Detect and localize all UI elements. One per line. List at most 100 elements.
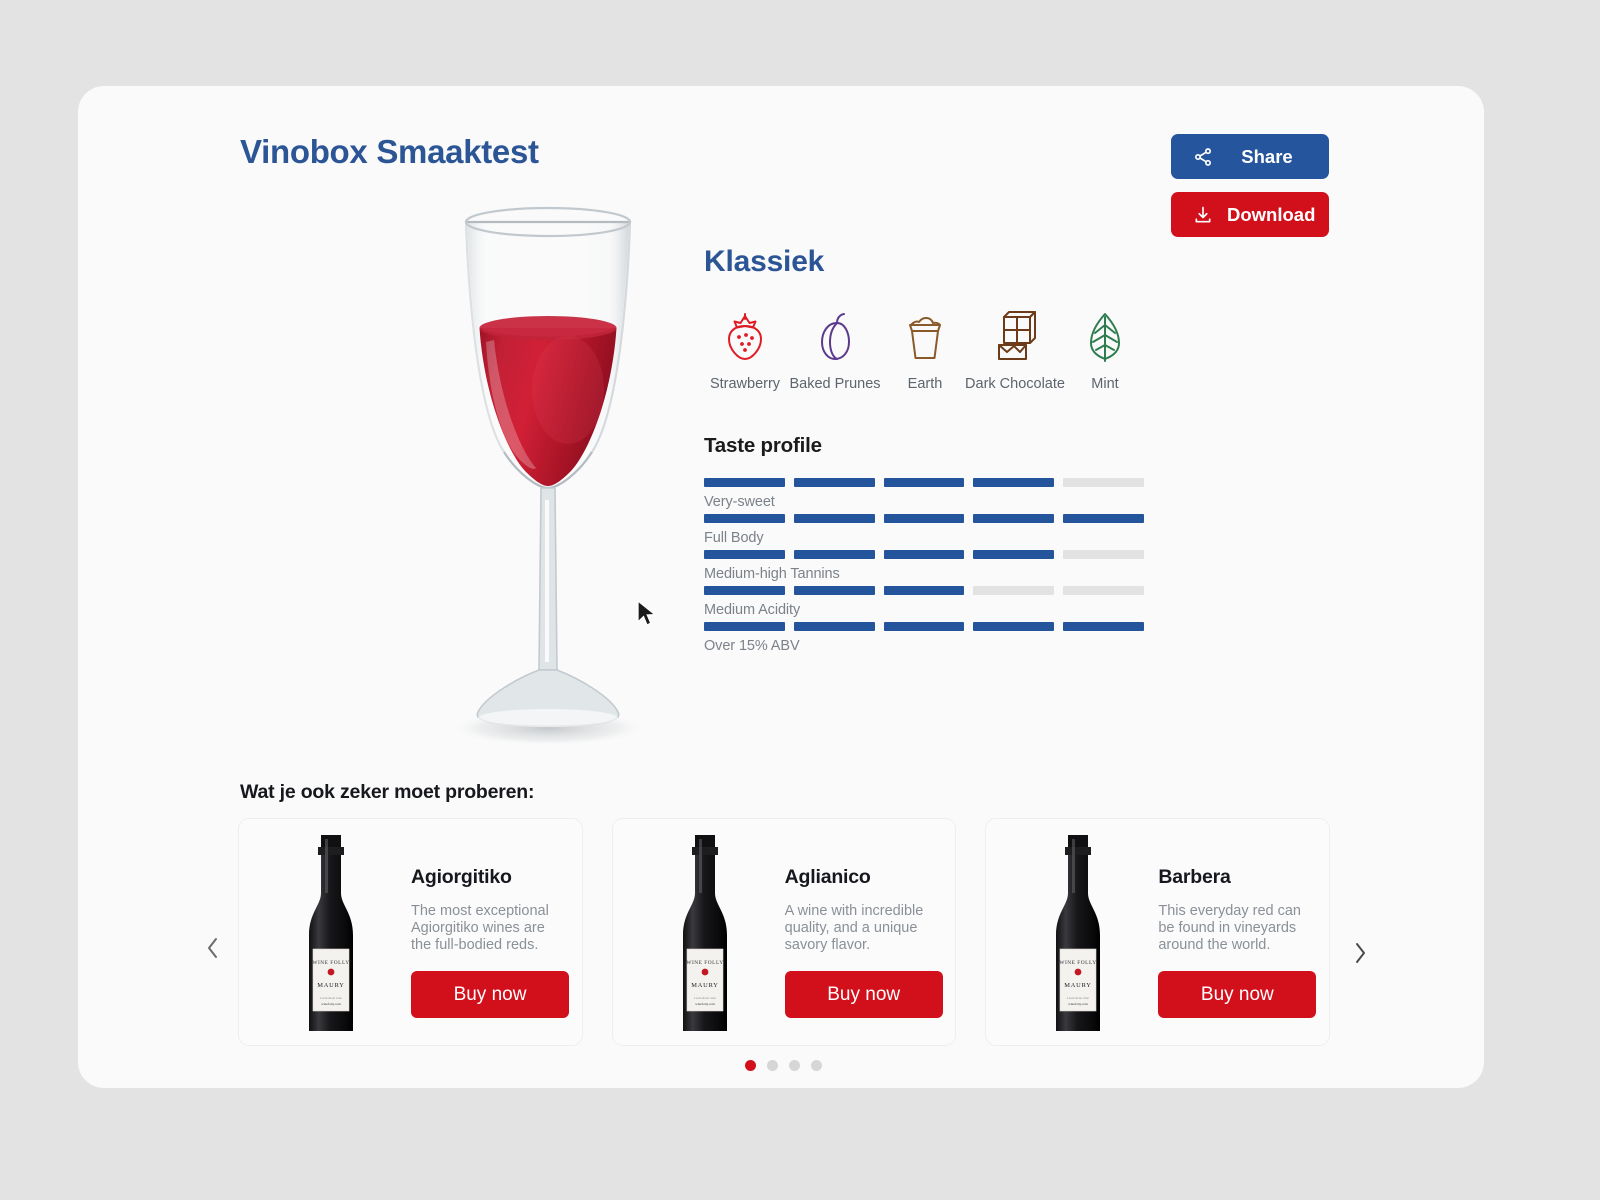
svg-text:Learn about wine: Learn about wine — [320, 996, 342, 1000]
taste-profile-label: Medium-high Tannins — [704, 566, 840, 582]
flavor-item: Strawberry — [700, 305, 790, 392]
svg-text:WINE FOLLY: WINE FOLLY — [312, 960, 349, 966]
wine-description: The most exceptional Agiorgitiko wines a… — [411, 903, 549, 953]
taste-profile-row: Full Body — [704, 514, 1144, 550]
taste-profile-row: Very-sweet — [704, 478, 1144, 514]
plum-icon — [817, 305, 853, 363]
mint-leaf-icon — [1087, 305, 1123, 363]
taste-meter — [704, 622, 1144, 631]
flavor-item: Dark Chocolate — [965, 305, 1065, 392]
svg-text:WINE FOLLY: WINE FOLLY — [1060, 960, 1097, 966]
taste-meter-segment — [793, 622, 875, 631]
taste-meter-segment — [793, 586, 875, 595]
flavor-label: Mint — [1091, 376, 1119, 392]
flavor-item: Baked Prunes — [789, 305, 881, 392]
taste-meter-segment — [704, 514, 785, 523]
buy-now-button[interactable]: Buy now — [784, 971, 943, 1018]
chocolate-bar-icon — [994, 305, 1036, 363]
taste-meter-segment — [1063, 622, 1144, 631]
taste-meter-segment — [973, 550, 1055, 559]
taste-meter — [704, 550, 1144, 559]
taste-profile-row: Over 15% ABV — [704, 622, 1144, 658]
flavor-label: Earth — [907, 376, 943, 392]
page-title: Vinobox Smaaktest — [240, 133, 539, 170]
wine-card-body: Aglianico A wine with incredible quality… — [784, 866, 943, 1018]
chevron-right-icon — [1353, 942, 1367, 969]
download-button-label: Download — [1227, 203, 1316, 225]
flavor-item: Mint — [1060, 305, 1150, 392]
taste-meter-segment — [704, 550, 785, 559]
wine-description: A wine with incredible quality, and a un… — [784, 903, 924, 953]
carousel-dot[interactable] — [811, 1060, 822, 1071]
carousel-dot[interactable] — [745, 1060, 756, 1071]
taste-meter-segment — [973, 478, 1055, 487]
taste-meter-segment — [883, 622, 965, 631]
share-button[interactable]: Share — [1171, 134, 1329, 179]
mouse-cursor-icon — [636, 599, 658, 628]
taste-meter-segment — [973, 586, 1055, 595]
taste-profile-row: Medium Acidity — [704, 586, 1144, 622]
taste-meter — [704, 586, 1144, 595]
taste-profile-row: Medium-high Tannins — [704, 550, 1144, 586]
wine-card[interactable]: WINE FOLLY MAURY Learn about wine winefo… — [985, 818, 1331, 1046]
taste-meter — [704, 478, 1144, 487]
strawberry-icon — [725, 305, 765, 363]
variety-name: Klassiek — [704, 245, 825, 278]
taste-meter — [704, 514, 1144, 523]
carousel-dots — [745, 1060, 822, 1071]
taste-meter-segment — [883, 514, 965, 523]
taste-meter-segment — [704, 622, 785, 631]
wine-name: Aglianico — [784, 866, 871, 888]
carousel-dot[interactable] — [789, 1060, 800, 1071]
wine-card[interactable]: WINE FOLLY MAURY Learn about wine winefo… — [238, 818, 583, 1046]
download-icon — [1193, 205, 1213, 225]
carousel-next-button[interactable] — [1345, 940, 1375, 970]
taste-meter-segment — [1063, 514, 1144, 523]
bottle-image: WINE FOLLY MAURY Learn about wine winefo… — [655, 831, 755, 1036]
buy-now-button[interactable]: Buy now — [411, 971, 569, 1018]
bottle-image: WINE FOLLY MAURY Learn about wine winefo… — [281, 831, 381, 1036]
taste-meter-segment — [973, 622, 1055, 631]
taste-meter-segment — [704, 586, 785, 595]
taste-profile-heading: Taste profile — [704, 434, 822, 457]
recommendations-heading: Wat je ook zeker moet proberen: — [240, 781, 535, 803]
share-icon — [1193, 147, 1213, 167]
svg-text:Learn about wine: Learn about wine — [1068, 996, 1090, 1000]
taste-meter-segment — [973, 514, 1055, 523]
taste-profile-label: Over 15% ABV — [704, 638, 800, 654]
taste-meter-segment — [883, 550, 965, 559]
carousel-dot[interactable] — [767, 1060, 778, 1071]
wine-card-body: Barbera This everyday red can be found i… — [1158, 866, 1317, 1018]
taste-meter-segment — [793, 514, 875, 523]
taste-profile-label: Medium Acidity — [704, 602, 801, 618]
chevron-left-icon — [206, 937, 220, 964]
flavor-item: Earth — [880, 305, 970, 392]
svg-text:WINE FOLLY: WINE FOLLY — [686, 960, 723, 966]
svg-text:Learn about wine: Learn about wine — [694, 996, 716, 1000]
svg-text:MAURY: MAURY — [317, 982, 344, 989]
download-button[interactable]: Download — [1171, 192, 1329, 237]
wine-name: Agiorgitiko — [411, 866, 512, 888]
wine-carousel: WINE FOLLY MAURY Learn about wine winefo… — [238, 818, 1331, 1046]
bottle-image: WINE FOLLY MAURY Learn about wine winefo… — [1028, 831, 1128, 1036]
svg-text:MAURY: MAURY — [691, 982, 718, 989]
taste-meter-segment — [793, 550, 875, 559]
flavor-list: Strawberry Baked Prunes Earth Dark Choco… — [700, 305, 1150, 392]
buy-now-button[interactable]: Buy now — [1158, 971, 1317, 1018]
taste-profile-label: Full Body — [704, 530, 764, 546]
taste-meter-segment — [704, 478, 785, 487]
taste-meter-segment — [883, 478, 965, 487]
svg-text:winefolly.com: winefolly.com — [1069, 1002, 1089, 1006]
wine-glass-image — [408, 200, 688, 760]
carousel-prev-button[interactable] — [198, 935, 228, 965]
wine-name: Barbera — [1158, 866, 1231, 888]
taste-meter-segment — [1063, 550, 1144, 559]
flavor-label: Baked Prunes — [789, 376, 881, 392]
svg-text:winefolly.com: winefolly.com — [321, 1002, 341, 1006]
wine-card[interactable]: WINE FOLLY MAURY Learn about wine winefo… — [611, 818, 957, 1046]
wine-card-body: Agiorgitiko The most exceptional Agiorgi… — [411, 866, 569, 1018]
app-root: Vinobox Smaaktest Share Download Klassie… — [0, 0, 1600, 1200]
svg-text:winefolly.com: winefolly.com — [695, 1002, 715, 1006]
svg-text:MAURY: MAURY — [1065, 982, 1092, 989]
earth-pot-icon — [905, 305, 945, 363]
